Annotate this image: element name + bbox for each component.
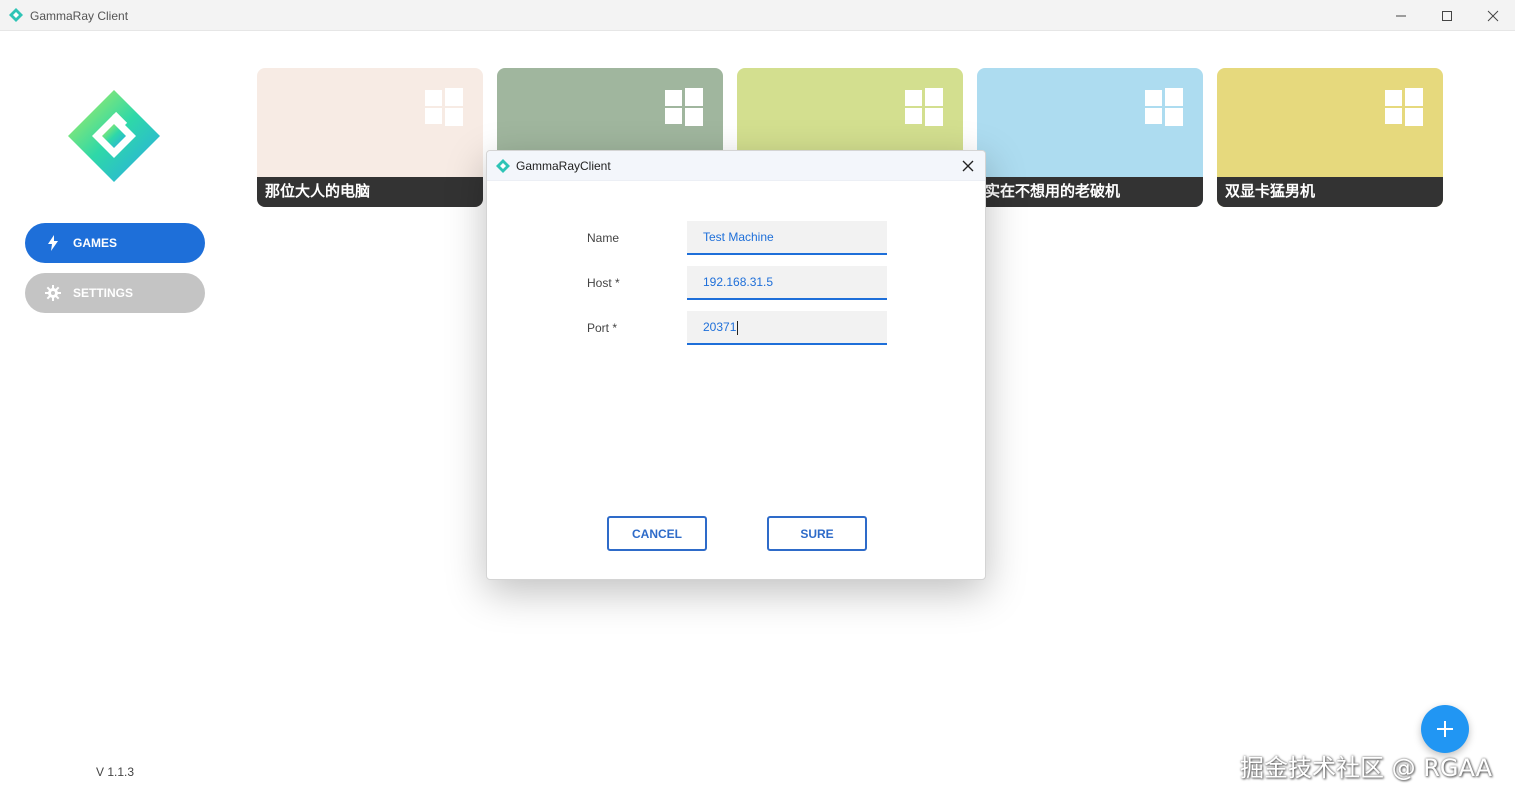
app-logo-icon <box>9 8 23 22</box>
windows-icon <box>665 88 703 126</box>
minimize-button[interactable] <box>1378 0 1424 31</box>
windows-icon <box>1385 88 1423 126</box>
add-machine-button[interactable] <box>1421 705 1469 753</box>
machine-card[interactable]: 实在不想用的老破机 <box>977 68 1203 207</box>
name-label: Name <box>587 231 620 245</box>
host-input[interactable]: 192.168.31.5 <box>687 266 887 300</box>
maximize-icon <box>1442 10 1452 21</box>
watermark: 掘金技术社区 @ RGAA <box>1240 754 1493 782</box>
text-cursor <box>737 320 739 335</box>
sidebar-item-settings[interactable]: SETTINGS <box>25 273 205 313</box>
close-icon <box>1487 10 1499 21</box>
windows-icon <box>1145 88 1183 126</box>
bolt-icon <box>45 235 61 251</box>
host-value: 192.168.31.5 <box>703 275 774 289</box>
window-title: GammaRay Client <box>30 9 129 23</box>
close-icon <box>962 160 974 172</box>
machine-name: 实在不想用的老破机 <box>977 177 1203 207</box>
gammaray-logo <box>68 90 160 182</box>
windows-icon <box>905 88 943 126</box>
version-label: V 1.1.3 <box>96 765 135 779</box>
machine-card[interactable]: 双显卡猛男机 <box>1217 68 1443 207</box>
windows-icon <box>425 88 463 126</box>
port-value: 20371 <box>703 320 737 334</box>
plus-icon <box>1437 721 1453 737</box>
dialog-close-button[interactable] <box>959 157 977 175</box>
app-logo-icon <box>496 159 510 173</box>
machine-card[interactable]: 那位大人的电脑 <box>257 68 483 207</box>
host-label: Host * <box>587 276 620 290</box>
sidebar-item-label: SETTINGS <box>73 286 134 300</box>
port-label: Port * <box>587 321 618 335</box>
dialog-title-bar: GammaRayClient <box>487 151 985 181</box>
sidebar-item-games[interactable]: GAMES <box>25 223 205 263</box>
title-bar: GammaRay Client <box>0 0 1515 31</box>
name-value: Test Machine <box>703 230 774 244</box>
sidebar-item-label: GAMES <box>73 236 118 250</box>
minimize-icon <box>1396 15 1406 16</box>
port-input[interactable]: 20371 <box>687 311 887 345</box>
gear-icon <box>45 285 61 301</box>
sure-button[interactable]: SURE <box>767 516 867 551</box>
dialog-title: GammaRayClient <box>516 159 611 173</box>
add-machine-dialog: GammaRayClient Name Test Machine Host * … <box>486 150 986 580</box>
name-input[interactable]: Test Machine <box>687 221 887 255</box>
machine-name: 那位大人的电脑 <box>257 177 483 207</box>
machine-name: 双显卡猛男机 <box>1217 177 1443 207</box>
maximize-button[interactable] <box>1424 0 1470 31</box>
close-window-button[interactable] <box>1470 0 1515 31</box>
cancel-button[interactable]: CANCEL <box>607 516 707 551</box>
